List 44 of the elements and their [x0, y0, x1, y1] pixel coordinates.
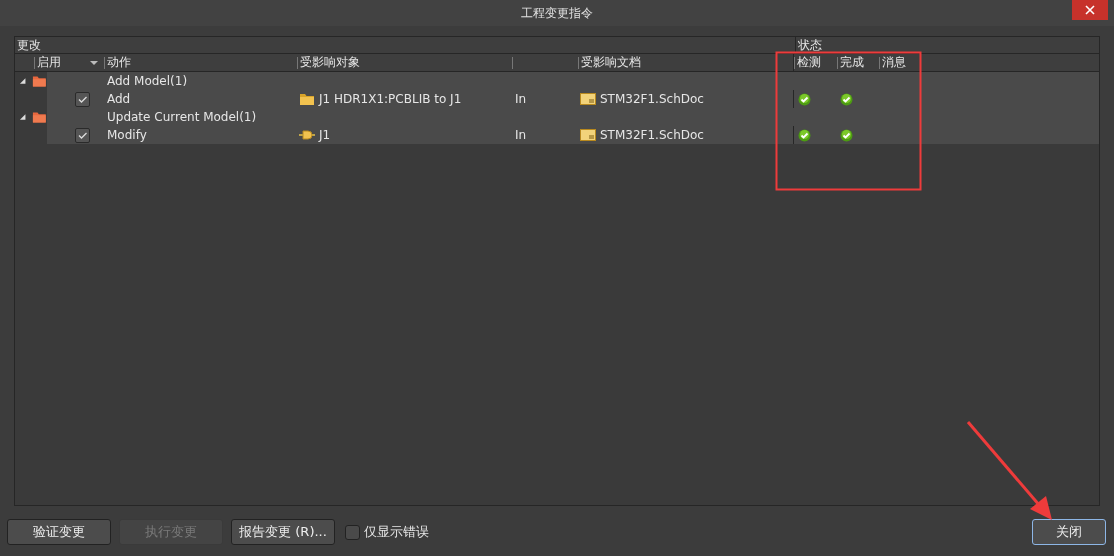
- column-header[interactable]: 受影响对象: [297, 56, 360, 69]
- checkbox[interactable]: [345, 524, 360, 540]
- change-row[interactable]: Add J1 HDR1X1:PCBLIB to J1 In STM32F1.SchDoc: [47, 90, 1099, 108]
- checkmark-icon: [77, 131, 88, 139]
- column-header[interactable]: 完成: [837, 56, 864, 69]
- enable-checkbox[interactable]: [75, 91, 90, 107]
- close-button[interactable]: [1072, 0, 1108, 20]
- action-cell: Modify: [107, 128, 147, 142]
- column-header[interactable]: 启用: [34, 56, 61, 69]
- folder-icon: [299, 92, 315, 106]
- object-cell: J1 HDR1X1:PCBLIB to J1: [319, 92, 462, 106]
- change-row[interactable]: Modify J1 In STM32F1.SchDoc: [47, 126, 1099, 144]
- expander-icon[interactable]: [19, 113, 27, 121]
- enable-checkbox[interactable]: [75, 127, 90, 143]
- document-cell: STM32F1.SchDoc: [600, 92, 704, 106]
- document-cell: STM32F1.SchDoc: [600, 128, 704, 142]
- scope-cell: In: [515, 92, 527, 106]
- document-icon: [580, 129, 596, 141]
- group-row[interactable]: Update Current Model(1): [47, 108, 1099, 126]
- group-label: Add Model(1): [107, 74, 188, 88]
- checkbox-label: 仅显示错误: [364, 523, 429, 541]
- column-header[interactable]: 动作: [104, 56, 131, 69]
- close-button[interactable]: 关闭: [1032, 519, 1106, 545]
- folder-icon: [32, 74, 47, 88]
- checkmark-icon: [77, 95, 88, 103]
- group-header: 状态: [795, 37, 822, 53]
- action-button[interactable]: 报告变更 (R)...: [231, 519, 335, 545]
- connector-icon: [299, 129, 315, 141]
- scope-cell: In: [515, 128, 527, 142]
- column-header[interactable]: 消息: [879, 56, 906, 69]
- object-cell: J1: [319, 128, 331, 142]
- expander-icon[interactable]: [19, 77, 27, 85]
- close-icon: [1085, 5, 1095, 15]
- action-button[interactable]: 验证变更: [7, 519, 111, 545]
- column-header[interactable]: 受影响文档: [578, 56, 641, 69]
- action-cell: Add: [107, 92, 131, 106]
- group-row[interactable]: Add Model(1): [47, 72, 1099, 90]
- column-header[interactable]: 检测: [794, 56, 821, 69]
- window-title: 工程变更指令: [521, 4, 593, 22]
- folder-icon: [32, 110, 47, 124]
- dropdown-icon[interactable]: [90, 60, 98, 65]
- group-label: Update Current Model(1): [107, 110, 257, 124]
- group-header: 更改: [16, 37, 42, 53]
- document-icon: [580, 93, 596, 105]
